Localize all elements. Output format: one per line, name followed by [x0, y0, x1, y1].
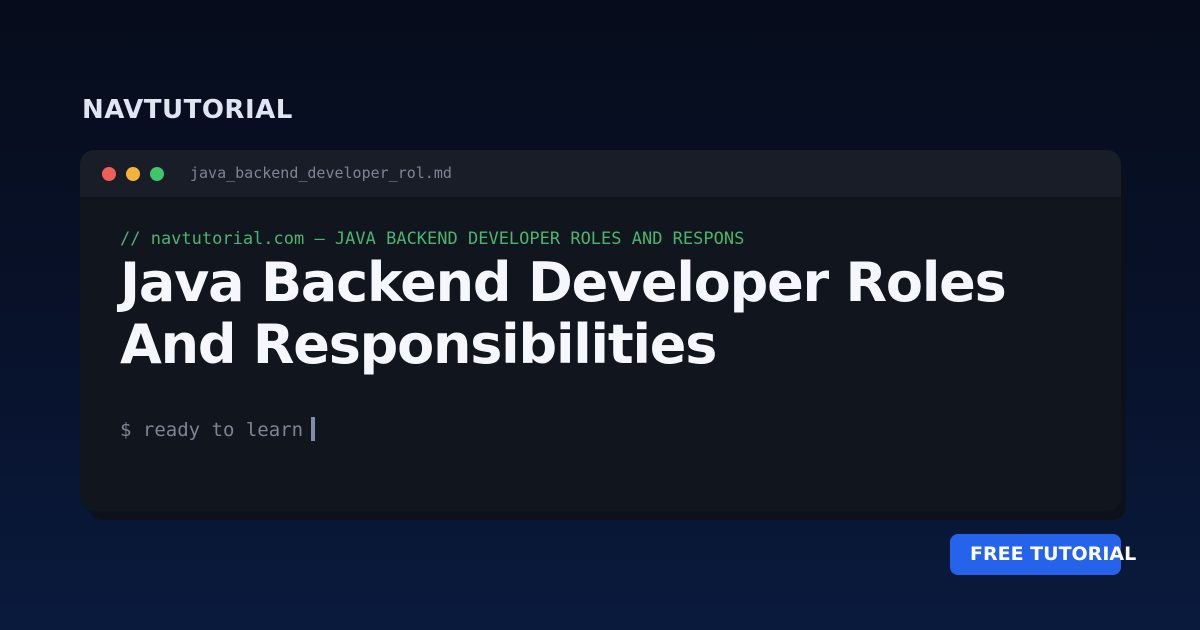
- maximize-dot-icon[interactable]: [150, 167, 164, 181]
- text-cursor-icon: [311, 417, 316, 441]
- free-tutorial-badge: FREE TUTORIAL: [950, 534, 1136, 575]
- editor-window: java_backend_developer_rol.md // navtuto…: [80, 150, 1121, 511]
- terminal-prompt: $ ready to learn: [120, 417, 316, 442]
- page-title: Java Backend Developer Roles And Respons…: [120, 251, 1007, 376]
- close-dot-icon[interactable]: [102, 167, 116, 181]
- prompt-text: $ ready to learn: [120, 419, 304, 441]
- window-filename: java_backend_developer_rol.md: [190, 164, 452, 182]
- code-comment: // navtutorial.com — JAVA BACKEND DEVELO…: [120, 229, 745, 249]
- brand-logo: NAVTUTORIAL: [82, 95, 293, 125]
- minimize-dot-icon[interactable]: [126, 167, 140, 181]
- window-titlebar: java_backend_developer_rol.md: [80, 150, 1121, 197]
- badge-label: FREE TUTORIAL: [970, 543, 1137, 565]
